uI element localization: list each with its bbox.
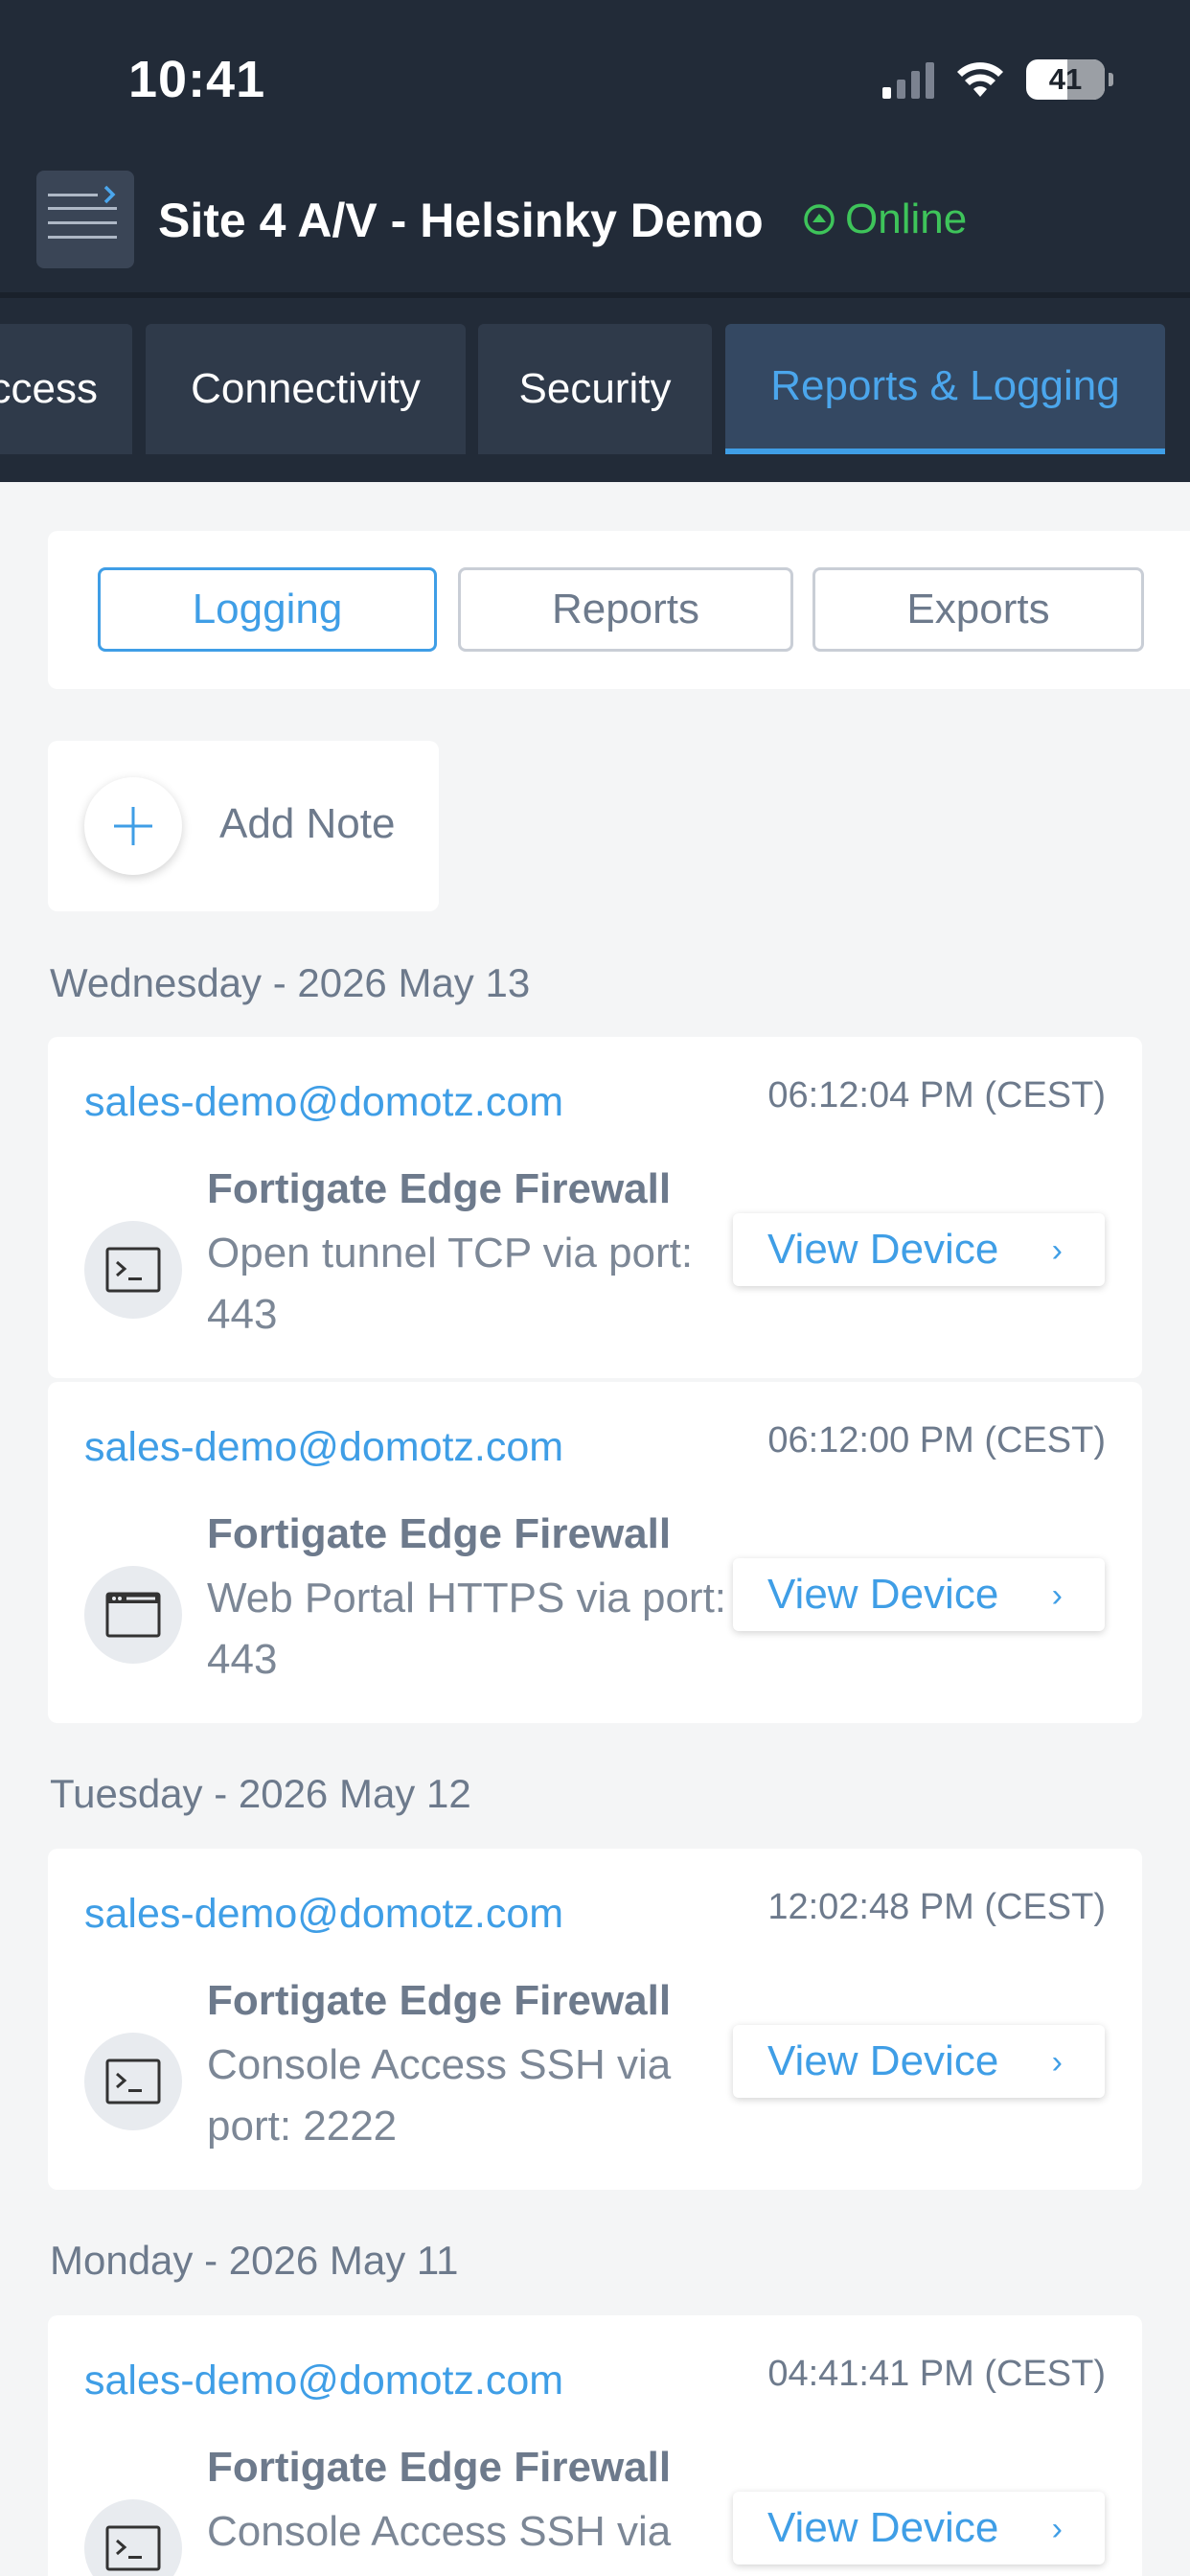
menu-button[interactable]: [36, 171, 134, 268]
view-device-label: View Device: [767, 1226, 999, 1273]
segment-logging-label: Logging: [192, 586, 343, 632]
view-device-label: View Device: [767, 1571, 999, 1618]
plus-icon: [114, 807, 152, 845]
view-device-button[interactable]: View Device ›: [733, 2025, 1105, 2098]
view-device-label: View Device: [767, 2037, 999, 2084]
header-divider: [0, 292, 1190, 298]
browser-window-icon: [84, 1566, 182, 1664]
online-status-label: Online: [845, 196, 968, 242]
chevron-right-icon: ›: [1051, 2511, 1063, 2547]
segment-exports[interactable]: Exports: [812, 567, 1144, 652]
segment-logging[interactable]: Logging: [98, 567, 437, 652]
entry-time: 12:02:48 PM (CEST): [767, 1887, 1106, 1927]
entry-description: Open tunnel TCP via port: 443: [207, 1230, 694, 1338]
entry-description: Console Access SSH via port: 2222: [207, 2041, 672, 2150]
tab-security-label: Security: [518, 365, 672, 412]
chevron-right-icon: ›: [1051, 1577, 1063, 1614]
tab-security[interactable]: Security: [478, 324, 712, 454]
entry-description: Web Portal HTTPS via port: 443: [207, 1575, 727, 1683]
battery-icon: 41: [1026, 59, 1105, 100]
log-entry: sales-demo@domotz.com 12:02:48 PM (CEST)…: [48, 1849, 1142, 2190]
entry-user[interactable]: sales-demo@domotz.com: [84, 1891, 563, 1938]
view-device-button[interactable]: View Device ›: [733, 1558, 1105, 1631]
online-up-icon: [804, 204, 835, 235]
terminal-icon: [84, 2033, 182, 2130]
status-bar-icons: 41: [882, 56, 1113, 104]
tab-access-label: ccess: [0, 365, 98, 412]
online-status: Online: [803, 196, 967, 243]
status-bar-time: 10:41: [128, 51, 266, 108]
chevron-right-icon: ›: [1051, 1232, 1063, 1269]
cellular-signal-icon: [882, 60, 934, 99]
add-note-button[interactable]: Add Note: [48, 741, 439, 911]
entry-description: Console Access SSH via: [207, 2508, 672, 2555]
view-device-button[interactable]: View Device ›: [733, 1213, 1105, 1286]
tab-reports-logging-label: Reports & Logging: [770, 362, 1120, 409]
terminal-icon: [84, 1221, 182, 1319]
menu-icon: [48, 185, 117, 239]
day-header: Wednesday - 2026 May 13: [50, 960, 531, 1005]
log-entry: sales-demo@domotz.com 06:12:04 PM (CEST)…: [48, 1037, 1142, 1378]
app-header: 10:41 41 Site 4 A/V - Helsinky Demo Onli…: [0, 0, 1190, 482]
site-title: Site 4 A/V - Helsinky Demo: [158, 194, 764, 247]
view-device-button[interactable]: View Device ›: [733, 2492, 1105, 2564]
battery-level: 41: [1048, 62, 1083, 96]
entry-user[interactable]: sales-demo@domotz.com: [84, 2358, 563, 2404]
wifi-icon: [957, 62, 1003, 97]
chevron-right-icon: ›: [1051, 2044, 1063, 2081]
add-note-label: Add Note: [219, 800, 396, 847]
tab-access[interactable]: ccess: [0, 324, 132, 454]
tab-connectivity-label: Connectivity: [191, 365, 421, 412]
day-header: Monday - 2026 May 11: [50, 2238, 459, 2283]
view-device-label: View Device: [767, 2504, 999, 2551]
log-entry: sales-demo@domotz.com 06:12:00 PM (CEST)…: [48, 1382, 1142, 1723]
entry-device: Fortigate Edge Firewall: [207, 2444, 672, 2491]
segmented-control: Logging Reports Exports: [48, 531, 1190, 689]
add-note-circle: [84, 777, 182, 875]
entry-time: 04:41:41 PM (CEST): [767, 2354, 1106, 2394]
segment-exports-label: Exports: [906, 586, 1050, 632]
entry-user[interactable]: sales-demo@domotz.com: [84, 1079, 563, 1126]
terminal-icon: [84, 2499, 182, 2576]
entry-user[interactable]: sales-demo@domotz.com: [84, 1424, 563, 1471]
tab-reports-logging[interactable]: Reports & Logging: [725, 324, 1165, 454]
segment-reports-label: Reports: [551, 586, 700, 632]
segment-reports[interactable]: Reports: [458, 567, 793, 652]
tab-connectivity[interactable]: Connectivity: [146, 324, 466, 454]
entry-device: Fortigate Edge Firewall: [207, 1510, 672, 1557]
entry-device: Fortigate Edge Firewall: [207, 1977, 672, 2024]
entry-time: 06:12:00 PM (CEST): [767, 1420, 1106, 1460]
entry-device: Fortigate Edge Firewall: [207, 1165, 672, 1212]
log-entry: sales-demo@domotz.com 04:41:41 PM (CEST)…: [48, 2315, 1142, 2576]
day-header: Tuesday - 2026 May 12: [50, 1771, 471, 1816]
entry-time: 06:12:04 PM (CEST): [767, 1075, 1106, 1116]
tab-bar: ccess Connectivity Security Reports & Lo…: [0, 324, 1190, 454]
